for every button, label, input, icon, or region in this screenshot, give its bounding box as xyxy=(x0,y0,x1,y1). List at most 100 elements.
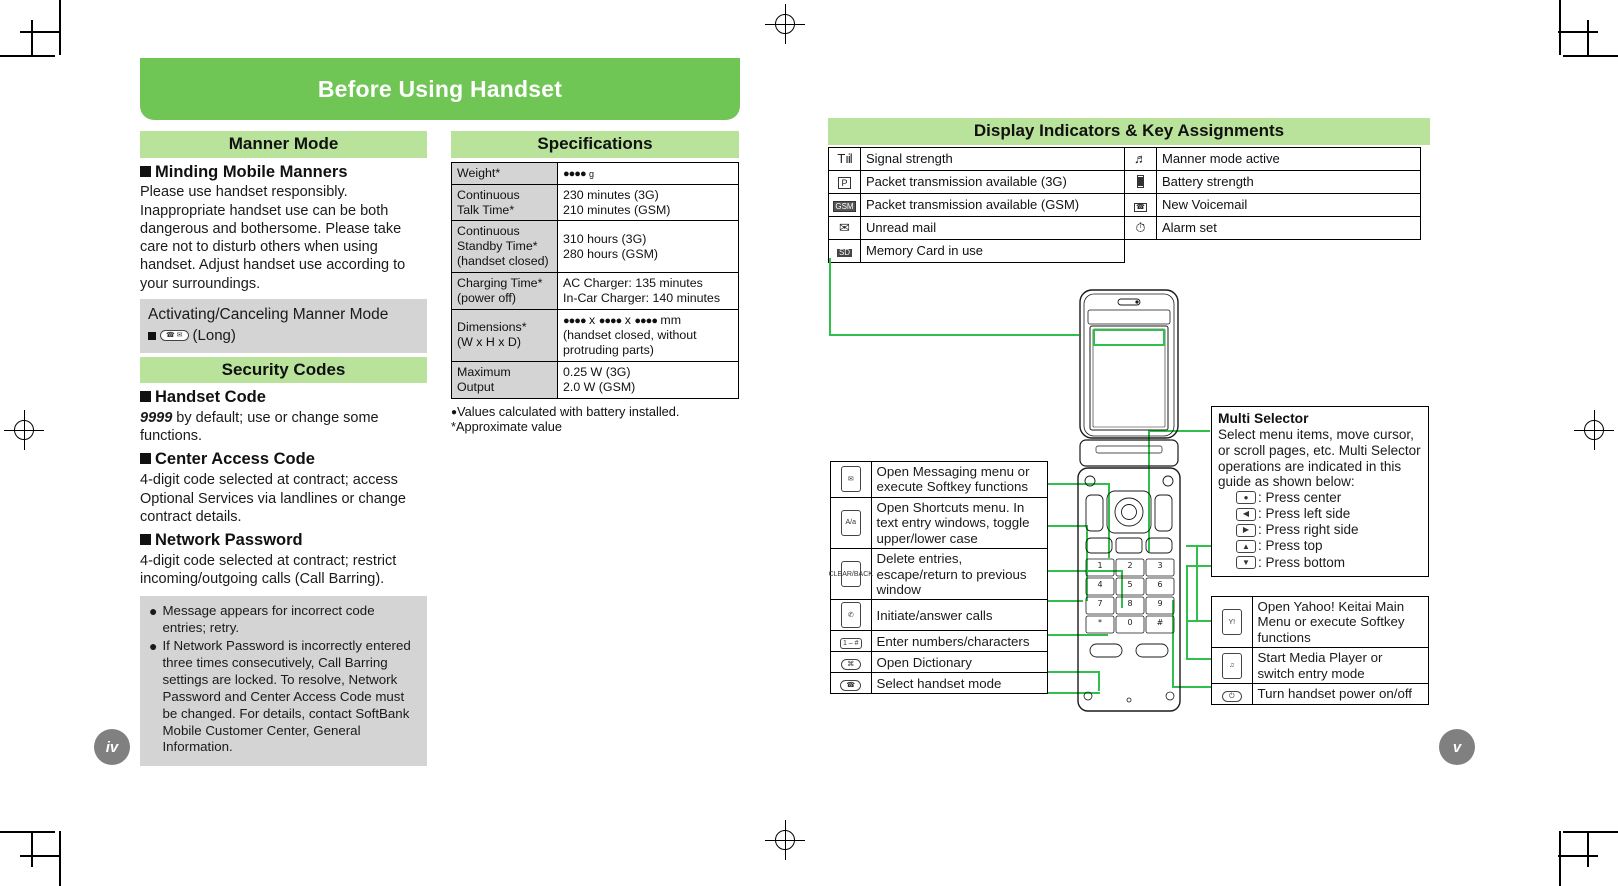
right-page: Display Indicators & Key Assignments Tıi… xyxy=(828,118,1430,263)
multi-selector-box: Multi Selector Select menu items, move c… xyxy=(1211,406,1429,577)
spec-key: Charging Time* (power off) xyxy=(451,272,558,310)
chapter-title: Before Using Handset xyxy=(317,75,563,102)
crop-mark-tl-v xyxy=(59,0,61,55)
crop-mark-bl2-v xyxy=(31,831,33,867)
yahoo-keitai-key-icon: Y! xyxy=(1212,597,1253,649)
crop-mark-bl2-h xyxy=(20,855,60,857)
center-access-code-body: 4-digit code selected at contract; acces… xyxy=(140,472,406,525)
multi-selector-direction-row: ▶: Press right side xyxy=(1218,522,1422,538)
key-assignments-right-table: Y! Open Yahoo! Keitai Main Menu or execut… xyxy=(1211,596,1429,706)
svg-text:8: 8 xyxy=(1127,599,1132,608)
svg-text:3: 3 xyxy=(1157,561,1162,570)
subheading-center-access-code: Center Access Code xyxy=(140,450,427,470)
multi-selector-direction-row: ▲: Press top xyxy=(1218,538,1422,554)
indicator-label: Unread mail xyxy=(860,216,1125,240)
table-row: ⏻ Turn handset power on/off xyxy=(1212,683,1428,705)
manner-mode-body: Please use handset responsibly. Inapprop… xyxy=(140,184,406,292)
svg-text:#: # xyxy=(1157,618,1164,627)
key-function-label: Open Yahoo! Keitai Main Menu or execute … xyxy=(1251,597,1428,649)
table-row: Tıil Signal strength ♬ Manner mode active xyxy=(828,147,1421,171)
direction-label: : Press bottom xyxy=(1258,554,1346,570)
spec-value: 230 minutes (3G) 210 minutes (GSM) xyxy=(557,183,739,222)
manner-mode-key-suffix: (Long) xyxy=(192,327,236,345)
direction-label: : Press left side xyxy=(1258,506,1351,522)
press-left-icon: ◀ xyxy=(1236,507,1256,521)
svg-text:6: 6 xyxy=(1157,580,1162,589)
table-row: ✆ Initiate/answer calls xyxy=(831,599,1047,632)
dictionary-key-icon: ⌘ xyxy=(831,651,872,674)
note-item: ● Message appears for incorrect code ent… xyxy=(149,603,375,636)
indicator-label: Manner mode active xyxy=(1156,147,1421,171)
multi-selector-direction-row: ◀: Press left side xyxy=(1218,506,1422,522)
section-heading-manner-mode: Manner Mode xyxy=(140,131,427,158)
indicator-label: Packet transmission available (3G) xyxy=(860,170,1125,194)
bullet-square-icon xyxy=(140,453,151,465)
direction-label: : Press right side xyxy=(1258,522,1359,538)
shortcuts-key-icon: A/a xyxy=(831,496,872,550)
table-row: P Packet transmission available (3G) Batte… xyxy=(828,170,1421,194)
manner-mode-icon: ♬ xyxy=(1124,147,1157,171)
svg-text:1: 1 xyxy=(1097,561,1102,570)
table-row: SD Memory Card in use xyxy=(828,239,1421,263)
svg-text:4: 4 xyxy=(1097,580,1102,589)
spec-key: Maximum Output xyxy=(451,360,558,399)
clear-back-key-icon: CLEAR/BACK xyxy=(829,548,873,601)
connector-line xyxy=(1186,620,1211,622)
key-function-label: Enter numbers/characters xyxy=(870,630,1047,653)
spec-key: Weight* xyxy=(451,161,558,185)
bullet-square-icon xyxy=(140,165,151,177)
page-number-right: v xyxy=(1439,729,1475,765)
svg-text:7: 7 xyxy=(1097,599,1102,608)
signal-strength-icon: Tıil xyxy=(828,147,861,171)
press-top-icon: ▲ xyxy=(1236,540,1256,554)
crop-mark-tr-v xyxy=(1559,0,1561,55)
key-function-label: Open Dictionary xyxy=(870,651,1047,674)
registration-mark-top xyxy=(765,4,805,44)
key-function-label: Delete entries, escape/return to previou… xyxy=(870,548,1047,601)
security-codes-notes: ● Message appears for incorrect code ent… xyxy=(140,596,427,767)
press-bottom-icon: ▼ xyxy=(1236,556,1256,570)
svg-text:2: 2 xyxy=(1127,561,1132,570)
handset-illustration: 1 2 3 4 5 6 7 8 9 * 0 # xyxy=(1074,288,1184,713)
svg-text:5: 5 xyxy=(1127,580,1132,589)
multi-selector-body: Select menu items, move cursor, or scrol… xyxy=(1218,427,1421,490)
spec-key: Dimensions* (W x H x D) xyxy=(451,308,558,362)
key-function-label: Initiate/answer calls xyxy=(870,599,1047,632)
crop-mark-bl-v xyxy=(59,831,61,886)
bullet-square-small-icon xyxy=(148,331,156,340)
specifications-table: Weight* ●●●● g Continuous Talk Time* 230 min… xyxy=(451,161,739,399)
specifications-column: Specifications Weight* ●●●● g Continuous Ta… xyxy=(451,131,739,435)
specifications-footnotes: ●Values calculated with battery installe… xyxy=(451,404,739,436)
note-item: ● If Network Password is incorrectly ent… xyxy=(149,638,411,755)
indicator-label: Memory Card in use xyxy=(860,239,1125,263)
chapter-banner: Before Using Handset xyxy=(140,58,740,120)
manner-key-icon: ☎ ✉ xyxy=(160,330,189,342)
connector-line xyxy=(829,258,831,336)
voicemail-icon: ☎ xyxy=(1124,193,1157,217)
svg-text:0: 0 xyxy=(1127,618,1132,627)
direction-label: : Press center xyxy=(1258,489,1342,505)
key-function-label: Start Media Player or switch entry mode xyxy=(1251,647,1428,685)
svg-text:*: * xyxy=(1098,618,1102,627)
connector-line xyxy=(1186,565,1211,567)
connector-line xyxy=(1186,545,1211,547)
packet-3g-icon: P xyxy=(828,170,861,194)
direction-label: : Press top xyxy=(1258,538,1323,554)
subheading-minding-mobile-manners: Minding Mobile Manners xyxy=(140,163,427,183)
crop-mark-tl-h xyxy=(0,55,55,57)
keypad-keys-icon: 1 – # xyxy=(831,630,872,653)
crop-mark-bl-h xyxy=(0,831,55,833)
footnote-item: ●Values calculated with battery installe… xyxy=(451,403,680,419)
table-row: Y! Open Yahoo! Keitai Main Menu or execut… xyxy=(1212,597,1428,649)
table-row: Weight* ●●●● g xyxy=(451,161,739,185)
table-row: ✉ Unread mail ⏱ Alarm set xyxy=(828,216,1421,240)
crop-mark-tr2-h xyxy=(1558,31,1598,33)
registration-mark-bottom xyxy=(765,820,805,860)
indicator-label: Packet transmission available (GSM) xyxy=(860,193,1125,217)
table-row: Continuous Standby Time* (handset closed) 3… xyxy=(451,220,739,274)
subheading-handset-code: Handset Code xyxy=(140,388,427,408)
crop-mark-tl2-h xyxy=(20,31,60,33)
connector-line xyxy=(829,334,1079,336)
manner-mode-activation-title: Activating/Canceling Manner Mode xyxy=(148,305,389,323)
indicator-label: New Voicemail xyxy=(1156,193,1421,217)
